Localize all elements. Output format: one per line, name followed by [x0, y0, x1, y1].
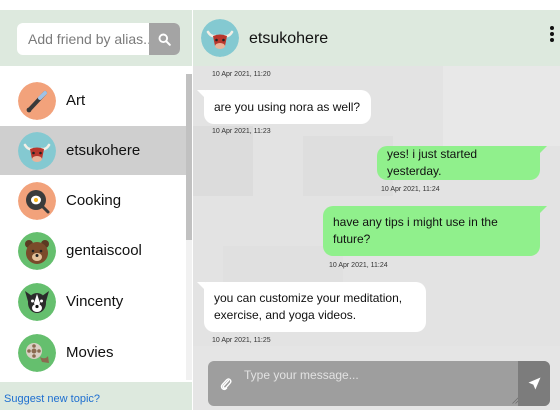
message-composer: [193, 346, 560, 410]
outgoing-message: yes! i just started yesterday.: [377, 146, 547, 180]
message-timestamp: 10 Apr 2021, 11:24: [329, 262, 388, 269]
friend-item-cooking[interactable]: Cooking: [0, 176, 186, 225]
paperclip-icon: [220, 378, 232, 391]
suggest-topic-link[interactable]: Suggest new topic?: [4, 393, 100, 405]
message-timestamp: 10 Apr 2021, 11:20: [212, 71, 271, 78]
friend-name: Cooking: [66, 192, 122, 209]
friend-name: etsukohere: [66, 142, 141, 159]
sidebar-footer: Suggest new topic?: [0, 382, 192, 410]
add-friend-search: [17, 23, 180, 55]
incoming-message: you can customize your meditation, exerc…: [197, 282, 426, 332]
message-timestamp: 10 Apr 2021, 11:23: [212, 128, 271, 135]
sidebar: Art etsukohere: [0, 0, 192, 410]
search-button[interactable]: [149, 23, 180, 55]
friend-name: gentaiscool: [66, 242, 142, 259]
paintbrush-icon: [18, 81, 56, 120]
frying-pan-icon: [18, 181, 56, 220]
bull-icon[interactable]: [201, 19, 239, 57]
friend-name: Vincenty: [66, 293, 124, 310]
bear-icon: [18, 231, 56, 270]
bull-icon: [18, 131, 56, 170]
composer-box: [208, 361, 550, 406]
friend-item-vincenty[interactable]: Vincenty: [0, 277, 186, 326]
chat-title: etsukohere: [249, 30, 329, 47]
add-friend-input[interactable]: [17, 23, 149, 55]
friend-name: Art: [66, 92, 86, 109]
message-text: you can customize your meditation, exerc…: [214, 291, 403, 322]
friend-item-etsukohere[interactable]: etsukohere: [0, 126, 186, 175]
message-list[interactable]: 10 Apr 2021, 11:20 are you using nora as…: [193, 66, 560, 346]
sidebar-header: [0, 10, 192, 66]
message-input[interactable]: [244, 363, 516, 404]
message-text: are you using nora as well?: [214, 99, 361, 114]
message-text: have any tips i might use in the future?: [333, 215, 498, 246]
search-icon: [158, 33, 171, 46]
film-reel-icon: [18, 333, 56, 372]
friend-list-scroll-thumb[interactable]: [186, 74, 192, 240]
friend-name: Movies: [66, 344, 114, 361]
more-options-icon[interactable]: [547, 24, 557, 48]
attach-button[interactable]: [214, 372, 238, 396]
chat-header: etsukohere: [193, 10, 560, 66]
friend-item-movies[interactable]: Movies: [0, 328, 186, 377]
friend-item-gentaiscool[interactable]: gentaiscool: [0, 226, 186, 275]
friend-list: Art etsukohere Cooking gentaiscool Vince…: [0, 74, 186, 380]
send-icon: [528, 377, 540, 390]
outgoing-message: have any tips i might use in the future?: [323, 206, 547, 256]
send-button[interactable]: [518, 361, 550, 406]
message-timestamp: 10 Apr 2021, 11:24: [381, 186, 440, 193]
incoming-message: are you using nora as well?: [197, 90, 371, 124]
message-timestamp: 10 Apr 2021, 11:25: [212, 337, 271, 344]
dog-icon: [18, 282, 56, 321]
friend-item-art[interactable]: Art: [0, 76, 186, 125]
message-text: yes! i just started yesterday.: [387, 147, 478, 178]
